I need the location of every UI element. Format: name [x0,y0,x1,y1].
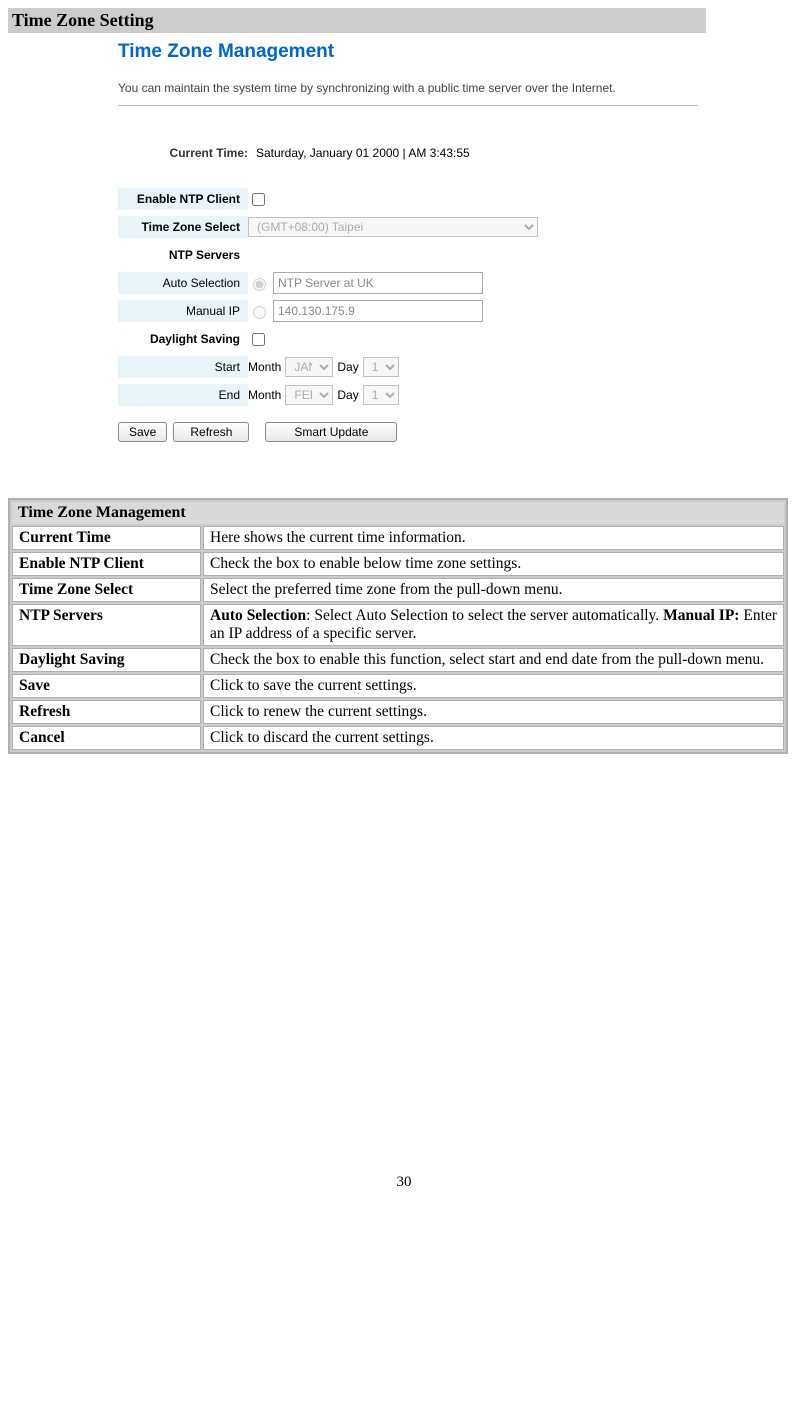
table-row: Daylight Saving Check the box to enable … [12,648,784,672]
start-month-select[interactable]: JAN [285,357,333,377]
table-val: Click to discard the current settings. [203,726,784,750]
table-row: Save Click to save the current settings. [12,674,784,698]
table-row: NTP Servers Auto Selection: Select Auto … [12,604,784,646]
enable-ntp-label: Enable NTP Client [118,188,248,210]
page-title: Time Zone Management [118,41,708,63]
table-val: Select the preferred time zone from the … [203,578,784,602]
end-day-select[interactable]: 1 [363,385,399,405]
table-row: Cancel Click to discard the current sett… [12,726,784,750]
start-day-select[interactable]: 1 [363,357,399,377]
month-label-start: Month [248,360,281,374]
auto-selection-input[interactable] [273,272,483,294]
daylight-saving-label: Daylight Saving [118,328,248,350]
table-val: Here shows the current time information. [203,526,784,550]
table-key: Refresh [12,700,201,724]
manual-ip-radio[interactable] [253,306,266,319]
table-row: Refresh Click to renew the current setti… [12,700,784,724]
table-key: Cancel [12,726,201,750]
timezone-select-label: Time Zone Select [118,216,248,238]
table-row: Enable NTP Client Check the box to enabl… [12,552,784,576]
refresh-button[interactable]: Refresh [173,422,249,442]
end-month-select[interactable]: FEB [285,385,333,405]
table-val: Check the box to enable below time zone … [203,552,784,576]
start-label: Start [118,356,248,378]
day-label-end: Day [337,388,358,402]
divider [118,105,698,106]
table-key: Current Time [12,526,201,550]
table-key: Save [12,674,201,698]
explanation-table: Time Zone Management Current Time Here s… [8,498,788,754]
auto-selection-label: Auto Selection [118,272,248,294]
month-label-end: Month [248,388,281,402]
table-row: Current Time Here shows the current time… [12,526,784,550]
current-time-value: Saturday, January 01 2000 | AM 3:43:55 [256,146,470,160]
day-label-start: Day [337,360,358,374]
timezone-select[interactable]: (GMT+08:00) Taipei [248,217,538,237]
table-row: Time Zone Select Select the preferred ti… [12,578,784,602]
table-val: Auto Selection: Select Auto Selection to… [203,604,784,646]
daylight-saving-checkbox[interactable] [252,333,265,346]
manual-ip-input[interactable] [273,300,483,322]
end-label: End [118,384,248,406]
page-description: You can maintain the system time by sync… [118,81,708,95]
current-time-label: Current Time: [118,146,256,160]
save-button[interactable]: Save [118,422,167,442]
page-number: 30 [8,1174,800,1191]
ntp-servers-label: NTP Servers [118,244,248,266]
section-header: Time Zone Setting [8,8,706,33]
smart-update-button[interactable]: Smart Update [265,422,397,442]
auto-selection-radio[interactable] [253,278,266,291]
table-key: Time Zone Select [12,578,201,602]
table-header: Time Zone Management [12,502,784,524]
table-val: Click to save the current settings. [203,674,784,698]
table-key: Daylight Saving [12,648,201,672]
screenshot-ui-region: Time Zone Management You can maintain th… [118,41,708,442]
manual-ip-label: Manual IP [118,300,248,322]
table-val: Click to renew the current settings. [203,700,784,724]
table-key: NTP Servers [12,604,201,646]
enable-ntp-checkbox[interactable] [252,193,265,206]
table-key: Enable NTP Client [12,552,201,576]
table-val: Check the box to enable this function, s… [203,648,784,672]
